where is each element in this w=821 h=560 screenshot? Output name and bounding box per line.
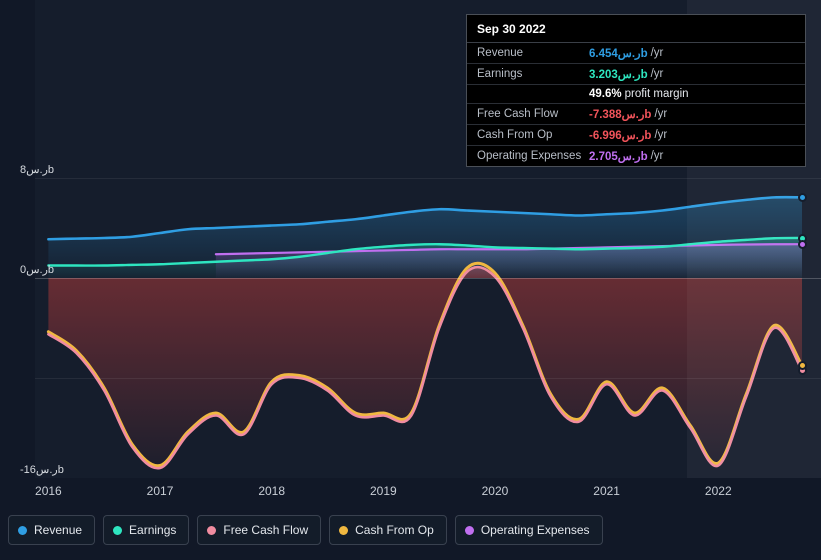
x-tick-label: 2019 [369, 484, 397, 498]
tooltip-row-note: profit margin [624, 88, 689, 100]
y-tick-label: 8ر.سb [20, 164, 55, 176]
tooltip-row-value: 2.705ر.سb [589, 151, 648, 163]
tooltip-row-value: 3.203ر.سb [589, 69, 648, 81]
tooltip-row-suffix: /yr [650, 47, 664, 59]
x-tick-label: 2018 [258, 484, 286, 498]
tooltip-row: Earnings 3.203ر.سb/yr [467, 64, 805, 85]
x-tick-label: 2020 [481, 484, 509, 498]
tooltip-row-suffix: /yr [654, 129, 668, 141]
x-tick-label: 2022 [704, 484, 732, 498]
x-tick-label: 2017 [146, 484, 174, 498]
gridline-8 [35, 178, 821, 179]
legend-color-dot [113, 525, 123, 535]
legend-item-label: Operating Expenses [480, 523, 590, 537]
legend-item-earnings[interactable]: Earnings [103, 515, 190, 545]
legend-item-label: Cash From Op [355, 523, 434, 537]
x-tick-label: 2021 [593, 484, 620, 498]
tooltip-row-label: Operating Expenses [477, 150, 582, 162]
tooltip-row: Cash From Op -6.996ر.سb/yr [467, 125, 805, 146]
tooltip-title: Sep 30 2022 [467, 15, 805, 43]
y-axis-gutter [0, 0, 35, 478]
legend-item-operating-expenses[interactable]: Operating Expenses [454, 515, 603, 545]
tooltip-row-value: -7.388ر.سb [589, 109, 652, 121]
legend-color-dot [464, 525, 474, 535]
y-tick-label: -16ر.سb [20, 464, 64, 476]
tooltip-row-suffix: /yr [650, 150, 664, 162]
x-tick-label: 2016 [35, 484, 62, 498]
tooltip-row: Revenue 6.454ر.سb/yr [467, 43, 805, 64]
tooltip-row-value: -6.996ر.سb [589, 130, 652, 142]
legend-item-revenue[interactable]: Revenue [8, 515, 96, 545]
tooltip-row-suffix: /yr [650, 68, 664, 80]
tooltip-row-label: Earnings [477, 68, 523, 80]
chart-legend[interactable]: Revenue Earnings Free Cash Flow Cash From O… [8, 510, 813, 550]
financial-chart-widget: 8ر.سb 0ر.سb -16ر.سb 2016 2017 2018 2019 2020 20… [0, 0, 821, 560]
tooltip-row-label: Free Cash Flow [477, 108, 559, 120]
tooltip-row-label: Cash From Op [477, 129, 553, 141]
tooltip-row-value: 49.6% [589, 88, 622, 100]
y-tick-label: 0ر.سb [20, 264, 55, 276]
legend-color-dot [18, 525, 27, 535]
legend-item-label: Earnings [129, 523, 177, 537]
legend-item-free-cash-flow[interactable]: Free Cash Flow [197, 515, 322, 545]
chart-tooltip: Sep 30 2022 Revenue 6.454ر.سb/yr Earnings 3… [466, 14, 806, 167]
gridline-0 [35, 278, 821, 279]
legend-color-dot [207, 525, 217, 535]
x-axis-band [0, 478, 821, 508]
legend-item-cash-from-op[interactable]: Cash From Op [329, 515, 447, 545]
tooltip-row: Free Cash Flow -7.388ر.سb/yr [467, 104, 805, 125]
tooltip-rows: Revenue 6.454ر.سb/yr Earnings 3.203ر.سb/yr 4… [467, 43, 805, 166]
gridline-minor [35, 378, 821, 379]
tooltip-row: 49.6% profit margin [467, 85, 805, 104]
tooltip-row-value: 6.454ر.سb [589, 48, 648, 60]
tooltip-row-label: Revenue [477, 47, 524, 59]
tooltip-row-suffix: /yr [654, 108, 668, 120]
legend-item-label: Free Cash Flow [223, 523, 309, 537]
legend-item-label: Revenue [34, 523, 83, 537]
tooltip-row: Operating Expenses 2.705ر.سb/yr [467, 146, 805, 166]
legend-color-dot [339, 525, 349, 535]
